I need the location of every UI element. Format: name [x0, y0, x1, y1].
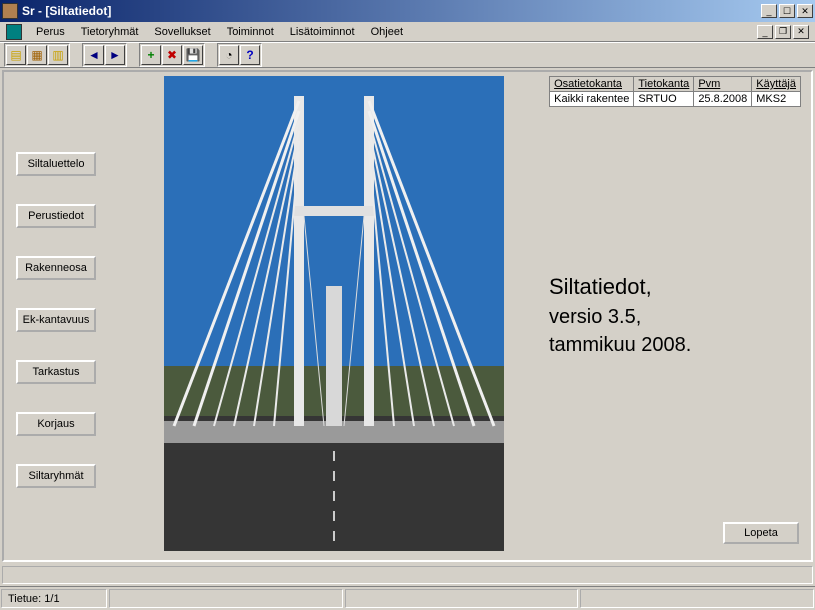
siltaryhmat-button[interactable]: Siltaryhmät [16, 464, 96, 488]
col-tietokanta: Tietokanta [634, 77, 694, 92]
status-tietue: Tietue: 1/1 [1, 589, 107, 608]
maximize-icon: ☐ [783, 6, 791, 17]
version-title: Siltatiedot, [549, 272, 691, 303]
close-icon: ✕ [797, 26, 805, 37]
col-pvm: Pvm [694, 77, 752, 92]
ekkantavuus-button[interactable]: Ek-kantavuus [16, 308, 96, 332]
titlebar: Sr - [Siltatiedot] _ ☐ ✕ [0, 0, 815, 22]
val-kayttaja: MKS2 [752, 92, 801, 107]
mdi-app-icon [6, 24, 22, 40]
mdi-controls: _ ❐ ✕ [757, 25, 809, 39]
val-pvm: 25.8.2008 [694, 92, 752, 107]
toolbar-btn-3[interactable]: ▥ [48, 45, 68, 65]
rakenneosa-button[interactable]: Rakenneosa [16, 256, 96, 280]
close-icon: ✕ [801, 6, 809, 17]
sheet-icon: ▤ [10, 48, 21, 62]
lopeta-button[interactable]: Lopeta [723, 522, 799, 544]
siltaluettelo-button[interactable]: Siltaluettelo [16, 152, 96, 176]
menu-perus[interactable]: Perus [28, 24, 73, 40]
menubar: Perus Tietoryhmät Sovellukset Toiminnot … [0, 22, 815, 42]
col-osatietokanta: Osatietokanta [550, 77, 634, 92]
val-osatietokanta: Kaikki rakentee [550, 92, 634, 107]
add-button[interactable]: + [141, 45, 161, 65]
version-line1: versio 3.5, [549, 303, 691, 331]
nav-prev-button[interactable]: ◄ [84, 45, 104, 65]
minimize-icon: _ [762, 27, 767, 37]
bridge-svg [164, 76, 504, 551]
menu-lisatoiminnot[interactable]: Lisätoiminnot [282, 24, 363, 40]
restore-icon: ❐ [779, 26, 787, 37]
mdi-minimize-button[interactable]: _ [757, 25, 773, 39]
col-kayttaja: Käyttäjä [752, 77, 801, 92]
status-cell-4 [580, 589, 814, 608]
save-icon: 💾 [186, 48, 201, 62]
plus-icon: + [147, 48, 154, 62]
version-line2: tammikuu 2008. [549, 331, 691, 359]
content-area: Siltaluettelo Perustiedot Rakenneosa Ek-… [2, 70, 813, 562]
info-row: Kaikki rakentee SRTUO 25.8.2008 MKS2 [550, 92, 801, 107]
help-button[interactable]: ? [240, 45, 260, 65]
version-block: Siltatiedot, versio 3.5, tammikuu 2008. [549, 272, 691, 359]
right-arrow-icon: ► [109, 48, 121, 62]
maximize-button[interactable]: ☐ [779, 4, 795, 18]
tarkastus-button[interactable]: Tarkastus [16, 360, 96, 384]
toolbar-btn-1[interactable]: ▤ [6, 45, 26, 65]
info-table: Osatietokanta Tietokanta Pvm Käyttäjä Ka… [549, 76, 801, 107]
menu-ohjeet[interactable]: Ohjeet [363, 24, 411, 40]
gauge-button[interactable]: ◔ [219, 45, 239, 65]
close-button[interactable]: ✕ [797, 4, 813, 18]
sheet2-icon: ▥ [52, 48, 63, 62]
save-button[interactable]: 💾 [183, 45, 203, 65]
minimize-button[interactable]: _ [761, 4, 777, 18]
menu-tietoryhmat[interactable]: Tietoryhmät [73, 24, 147, 40]
statusbar: Tietue: 1/1 [0, 586, 815, 610]
menu-sovellukset[interactable]: Sovellukset [146, 24, 218, 40]
delete-button[interactable]: ✖ [162, 45, 182, 65]
mdi-restore-button[interactable]: ❐ [775, 25, 791, 39]
sidebar: Siltaluettelo Perustiedot Rakenneosa Ek-… [16, 152, 96, 488]
minimize-icon: _ [766, 6, 771, 16]
x-icon: ✖ [167, 48, 177, 62]
window-title: Sr - [Siltatiedot] [22, 4, 761, 18]
perustiedot-button[interactable]: Perustiedot [16, 204, 96, 228]
app-icon [2, 3, 18, 19]
sheets-icon: ▦ [31, 48, 42, 62]
toolbar: ▤ ▦ ▥ ◄ ► + ✖ 💾 ◔ ? [0, 42, 815, 68]
window-controls: _ ☐ ✕ [761, 4, 813, 18]
val-tietokanta: SRTUO [634, 92, 694, 107]
menu-toiminnot[interactable]: Toiminnot [219, 24, 282, 40]
status-cell-2 [109, 589, 343, 608]
bottom-panel [2, 566, 813, 584]
korjaus-button[interactable]: Korjaus [16, 412, 96, 436]
gauge-icon: ◔ [225, 48, 232, 62]
nav-next-button[interactable]: ► [105, 45, 125, 65]
help-icon: ? [246, 48, 253, 62]
toolbar-btn-2[interactable]: ▦ [27, 45, 47, 65]
bridge-image [164, 76, 504, 551]
mdi-close-button[interactable]: ✕ [793, 25, 809, 39]
left-arrow-icon: ◄ [88, 48, 100, 62]
status-cell-3 [345, 589, 579, 608]
